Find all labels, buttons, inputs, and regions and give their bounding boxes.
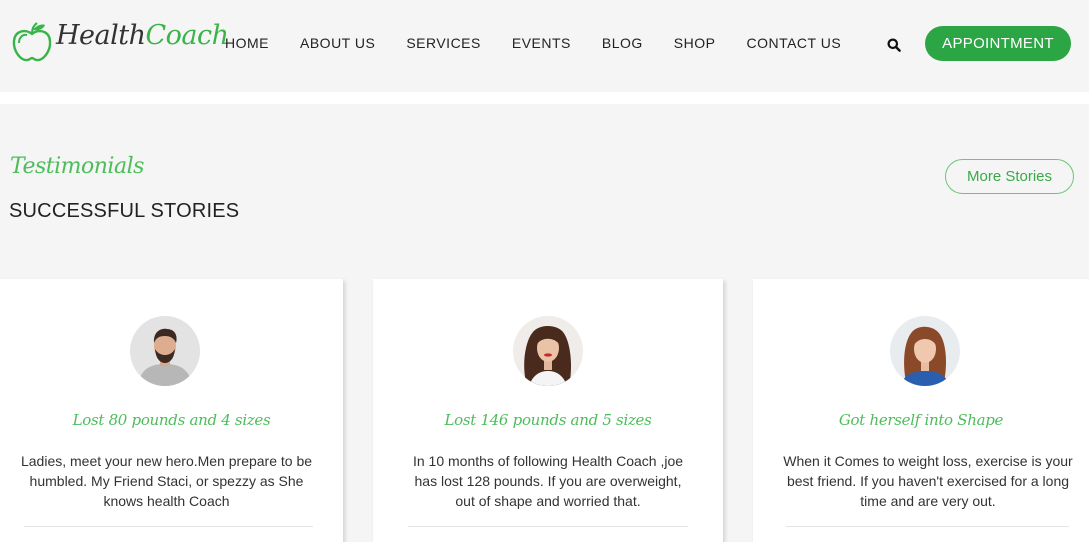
brand-name: HealthCoach <box>56 20 229 51</box>
section-title: SUCCESSFUL STORIES <box>9 200 240 222</box>
nav-services[interactable]: SERVICES <box>406 35 481 51</box>
header-divider <box>0 92 1089 104</box>
card-divider <box>786 526 1069 527</box>
section-script-title: Testimonials <box>10 154 144 179</box>
nav-about-us[interactable]: ABOUT US <box>300 35 375 51</box>
nav-events[interactable]: EVENTS <box>512 35 571 51</box>
card-title: Lost 146 pounds and 5 sizes <box>444 411 652 429</box>
testimonial-card: Lost 80 pounds and 4 sizes Ladies, meet … <box>0 279 343 542</box>
card-title: Lost 80 pounds and 4 sizes <box>72 411 271 429</box>
card-divider <box>408 526 688 527</box>
apple-icon <box>12 22 52 62</box>
appointment-button[interactable]: APPOINTMENT <box>925 26 1071 61</box>
nav-blog[interactable]: BLOG <box>602 35 643 51</box>
avatar <box>130 316 200 386</box>
card-text: Ladies, meet your new hero.Men prepare t… <box>20 453 313 509</box>
card-divider <box>24 526 313 527</box>
site-header: HealthCoach HOME ABOUT US SERVICES EVENT… <box>0 0 1089 92</box>
testimonials-header: Testimonials SUCCESSFUL STORIES More Sto… <box>0 104 1089 279</box>
avatar <box>513 316 583 386</box>
more-stories-button[interactable]: More Stories <box>945 159 1074 194</box>
brand-name-part2: Coach <box>145 20 230 51</box>
main-nav: HOME ABOUT US SERVICES EVENTS BLOG SHOP … <box>225 35 872 51</box>
card-text: When it Comes to weight loss, exercise i… <box>783 453 1073 509</box>
card-text: In 10 months of following Health Coach ,… <box>412 453 684 509</box>
nav-home[interactable]: HOME <box>225 35 269 51</box>
testimonial-card: Lost 146 pounds and 5 sizes In 10 months… <box>373 279 723 542</box>
card-title: Got herself into Shape <box>838 411 1004 429</box>
avatar <box>890 316 960 386</box>
logo[interactable]: HealthCoach <box>10 20 229 66</box>
testimonial-card: Got herself into Shape When it Comes to … <box>753 279 1089 542</box>
nav-contact-us[interactable]: CONTACT US <box>746 35 841 51</box>
search-icon[interactable] <box>887 38 901 52</box>
brand-name-part1: Health <box>56 20 146 51</box>
nav-shop[interactable]: SHOP <box>674 35 716 51</box>
